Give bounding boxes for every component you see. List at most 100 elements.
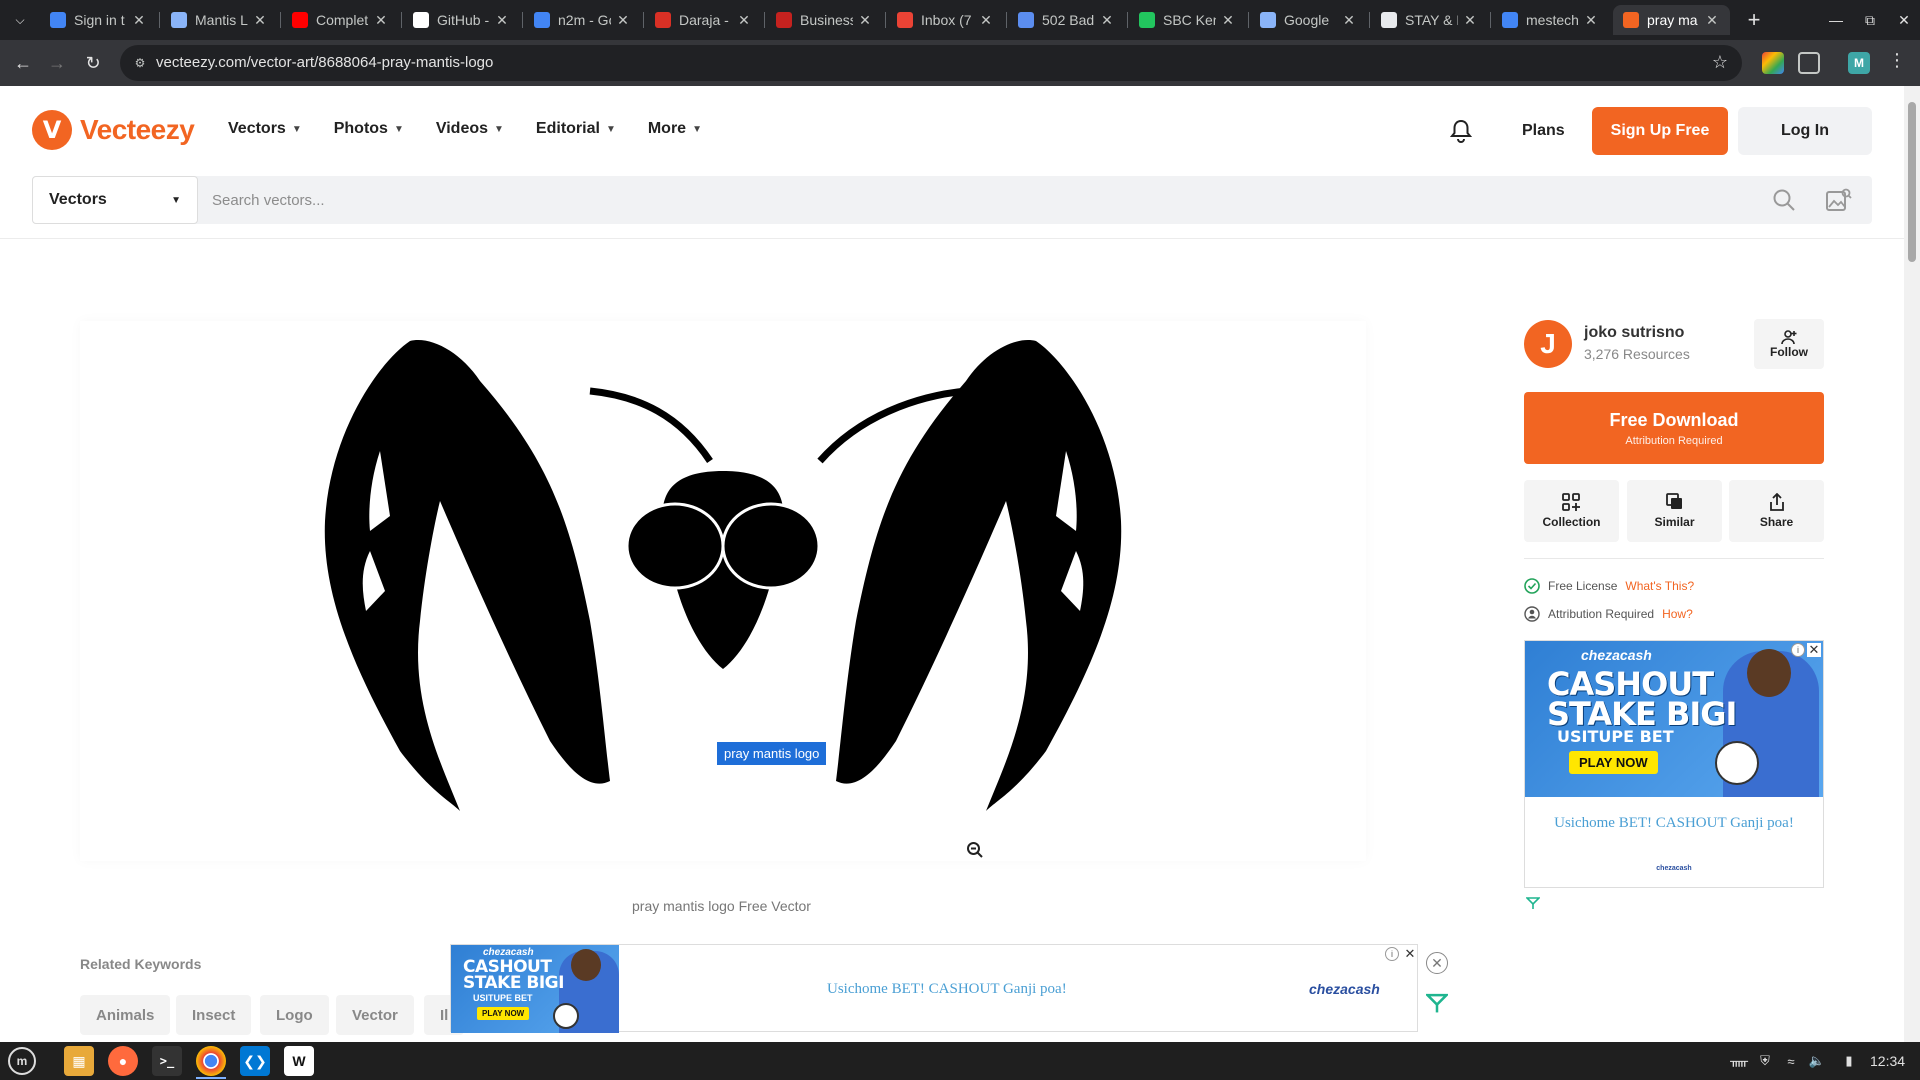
ad-info-icon[interactable]: i [1791,643,1805,657]
clock[interactable]: 12:34 [1870,1053,1905,1069]
maximize-icon[interactable]: ⧉ [1858,8,1882,32]
keyword-chip[interactable]: Logo [260,995,329,1035]
collection-button[interactable]: Collection [1524,480,1619,542]
reload-icon[interactable]: ↻ [80,50,106,76]
bottom-ad-banner[interactable]: chezacash CASHOUT STAKE BIGI USITUPE BET … [450,944,1418,1033]
browser-tab[interactable]: Google ✕ [1250,5,1367,35]
log-in-button[interactable]: Log In [1738,107,1872,155]
ad-info-icon[interactable]: i [1385,947,1399,961]
nav-more[interactable]: More ▼ [648,120,702,138]
vscode-icon[interactable]: ❮❯ [240,1046,270,1076]
ad-close-icon[interactable]: ✕ [1403,946,1417,961]
profile-extension-icon[interactable]: M [1848,52,1870,74]
tab-close-icon[interactable]: ✕ [1462,12,1478,29]
minimize-icon[interactable]: — [1824,8,1848,32]
nav-vectors[interactable]: Vectors ▼ [228,120,302,138]
ad-banner-image[interactable]: chezacash CASHOUT STAKE BIGI USITUPE BET … [1525,641,1823,797]
whats-this-link[interactable]: What's This? [1625,579,1694,593]
tab-close-icon[interactable]: ✕ [1099,12,1115,29]
browser-tab[interactable]: STAY & E✕ [1371,5,1488,35]
tab-close-icon[interactable]: ✕ [1341,12,1357,29]
image-search-icon[interactable] [1826,188,1852,212]
search-input[interactable] [212,176,1772,224]
site-settings-icon[interactable]: ⚙ [132,55,148,71]
bottom-ad-image[interactable]: chezacash CASHOUT STAKE BIGI USITUPE BET … [451,945,619,1033]
bottom-ad-tagline[interactable]: Usichome BET! CASHOUT Ganji poa! [827,981,1067,998]
file-manager-icon[interactable]: ▦ [64,1046,94,1076]
tab-close-icon[interactable]: ✕ [1220,12,1236,29]
tab-close-icon[interactable]: ✕ [978,12,994,29]
tab-close-icon[interactable]: ✕ [373,12,389,29]
similar-button[interactable]: Similar [1627,480,1722,542]
firefox-icon[interactable]: ● [108,1046,138,1076]
start-menu-icon[interactable]: m [8,1047,36,1075]
freestar-icon[interactable] [1526,896,1540,910]
whatsapp-web-icon[interactable]: W [284,1046,314,1076]
tab-close-icon[interactable]: ✕ [615,12,631,29]
browser-tab[interactable]: 502 Bad ✕ [1008,5,1125,35]
forward-arrow-icon[interactable]: → [44,50,70,76]
bluetooth-icon[interactable]: ᚅ [1730,1052,1748,1070]
browser-tab[interactable]: Mantis L ✕ [161,5,278,35]
bookmark-star-icon[interactable]: ☆ [1712,52,1728,73]
author-name[interactable]: joko sutrisno [1584,324,1684,342]
tab-close-icon[interactable]: ✕ [131,12,147,29]
author-avatar[interactable]: J [1524,320,1572,368]
ad-close-icon[interactable]: ✕ [1807,642,1821,657]
browser-tab[interactable]: Daraja - ✕ [645,5,762,35]
sign-up-button[interactable]: Sign Up Free [1592,107,1728,155]
volume-icon[interactable]: 🔈 [1808,1052,1826,1070]
search-icon[interactable] [1772,188,1796,212]
follow-button[interactable]: Follow [1754,319,1824,369]
keyword-chip[interactable]: Vector [336,995,414,1035]
share-button[interactable]: Share [1729,480,1824,542]
free-download-button[interactable]: Free Download Attribution Required [1524,392,1824,464]
browser-tab[interactable]: Inbox (7 ✕ [887,5,1004,35]
vector-preview[interactable] [80,321,1366,861]
ad-play-now-button[interactable]: PLAY NOW [1569,751,1658,774]
tab-search-chevron-icon[interactable]: ⌵ [8,8,32,32]
back-arrow-icon[interactable]: ← [10,50,36,76]
tab-close-icon[interactable]: ✕ [736,12,752,29]
tab-close-icon[interactable]: ✕ [1583,12,1599,29]
zoom-out-icon[interactable] [966,841,984,859]
sidebar-ad[interactable]: chezacash CASHOUT STAKE BIGI USITUPE BET … [1524,640,1824,888]
browser-menu-icon[interactable]: ⋮ [1888,50,1906,72]
browser-tab[interactable]: n2m - Go ✕ [524,5,641,35]
how-link[interactable]: How? [1662,607,1693,621]
browser-tab[interactable]: Sign in t ✕ [40,5,157,35]
chrome-icon[interactable] [196,1046,226,1076]
browser-tab[interactable]: GitHub - ✕ [403,5,520,35]
wifi-icon[interactable]: ≈ [1782,1052,1800,1070]
search-category-select[interactable]: Vectors ▼ [32,176,198,224]
url-text[interactable]: vecteezy.com/vector-art/8688064-pray-man… [156,54,493,71]
vecteezy-logo[interactable]: V Vecteezy [32,110,195,150]
keyword-chip[interactable]: Insect [176,995,252,1035]
notification-bell-icon[interactable] [1448,118,1474,144]
browser-tab[interactable]: mestech ✕ [1492,5,1609,35]
close-window-icon[interactable]: ✕ [1892,8,1916,32]
terminal-icon[interactable]: >_ [152,1046,182,1076]
nav-photos[interactable]: Photos ▼ [334,120,404,138]
color-picker-extension-icon[interactable] [1762,52,1784,74]
tab-close-icon[interactable]: ✕ [494,12,510,29]
tab-close-icon[interactable]: ✕ [252,12,268,29]
freestar-icon[interactable] [1426,992,1448,1014]
scrollbar-thumb[interactable] [1908,102,1916,262]
tab-close-icon[interactable]: ✕ [857,12,873,29]
page-scrollbar[interactable] [1904,86,1920,1042]
close-sticky-ad-icon[interactable]: ✕ [1426,952,1448,974]
tab-close-icon[interactable]: ✕ [1704,12,1720,29]
browser-tab[interactable]: Complet ✕ [282,5,399,35]
browser-tab[interactable]: Business ✕ [766,5,883,35]
battery-icon[interactable]: ▮ [1840,1052,1858,1070]
keyword-chip[interactable]: Animals [80,995,171,1035]
ad-tagline[interactable]: Usichome BET! CASHOUT Ganji poa! [1525,815,1823,832]
extensions-puzzle-icon[interactable] [1798,52,1820,74]
browser-tab[interactable]: SBC Ken ✕ [1129,5,1246,35]
shield-icon[interactable]: ⛨ [1756,1052,1774,1070]
nav-videos[interactable]: Videos ▼ [436,120,504,138]
plans-link[interactable]: Plans [1522,122,1565,140]
new-tab-plus-icon[interactable]: + [1742,7,1766,32]
nav-editorial[interactable]: Editorial ▼ [536,120,616,138]
